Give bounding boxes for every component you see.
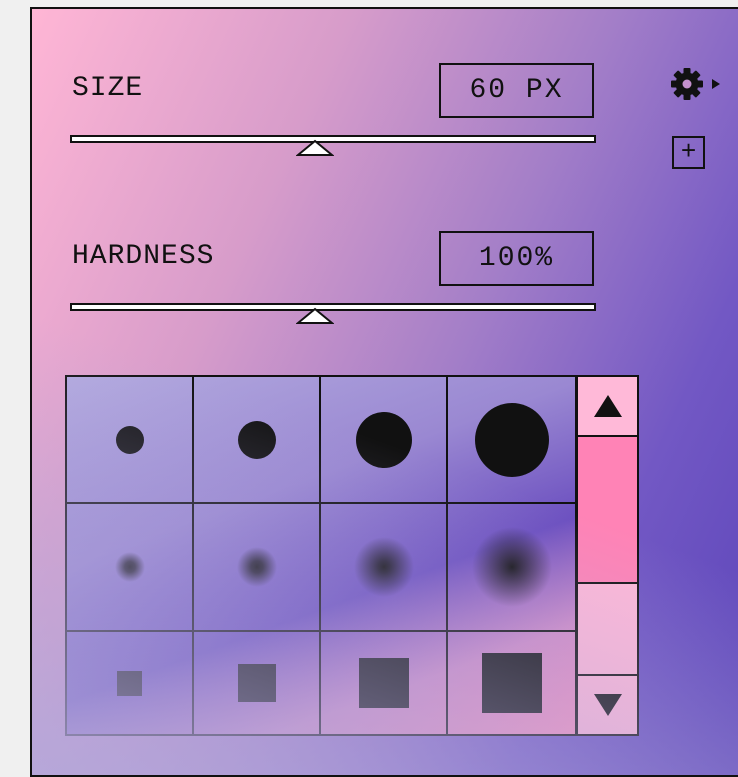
size-value-field[interactable]: 60 PX (439, 63, 594, 118)
preset-soft-round-medium[interactable] (194, 504, 321, 632)
hardness-label: HARDNESS (72, 241, 215, 272)
hard-round-brush-icon (474, 402, 549, 477)
soft-round-brush-icon (353, 537, 414, 597)
hardness-slider-track[interactable] (70, 303, 596, 324)
scroll-down-button[interactable] (578, 674, 637, 734)
scroll-up-button[interactable] (578, 377, 637, 437)
preset-square-small[interactable] (67, 632, 194, 734)
square-brush-icon (116, 671, 142, 696)
square-brush-icon (358, 658, 409, 708)
preset-hard-round-large[interactable] (321, 377, 448, 504)
triangle-up-icon (593, 395, 622, 417)
size-slider-track[interactable] (70, 135, 596, 156)
square-brush-icon (481, 653, 542, 713)
preset-soft-round-small[interactable] (67, 504, 194, 632)
hard-round-brush-icon (115, 425, 144, 454)
soft-round-brush-icon (236, 547, 277, 587)
preset-scrollbar[interactable] (576, 375, 639, 736)
square-brush-icon (237, 664, 276, 702)
preset-hard-round-xlarge[interactable] (448, 377, 575, 504)
add-preset-button[interactable]: + (672, 136, 705, 169)
preset-hard-round-medium[interactable] (194, 377, 321, 504)
brush-preset-grid (65, 375, 577, 736)
hard-round-brush-icon (237, 420, 276, 459)
triangle-down-icon (593, 694, 622, 716)
soft-round-brush-icon (114, 552, 145, 582)
preset-square-medium[interactable] (194, 632, 321, 734)
soft-round-brush-icon (471, 527, 552, 607)
hardness-value-field[interactable]: 100% (439, 231, 594, 286)
plus-box-icon: + (680, 137, 697, 167)
scrollbar-thumb[interactable] (578, 437, 637, 584)
brush-panel: SIZE 60 PX HARDNESS 100% + (30, 7, 738, 777)
triangle-right-icon (712, 79, 720, 89)
hard-round-brush-icon (355, 411, 412, 468)
gear-icon (671, 68, 720, 100)
preset-soft-round-large[interactable] (321, 504, 448, 632)
preset-hard-round-small[interactable] (67, 377, 194, 504)
settings-menu-button[interactable] (670, 67, 730, 101)
preset-square-large[interactable] (321, 632, 448, 734)
size-label: SIZE (72, 73, 144, 104)
preset-soft-round-xlarge[interactable] (448, 504, 575, 632)
preset-square-xlarge[interactable] (448, 632, 575, 734)
